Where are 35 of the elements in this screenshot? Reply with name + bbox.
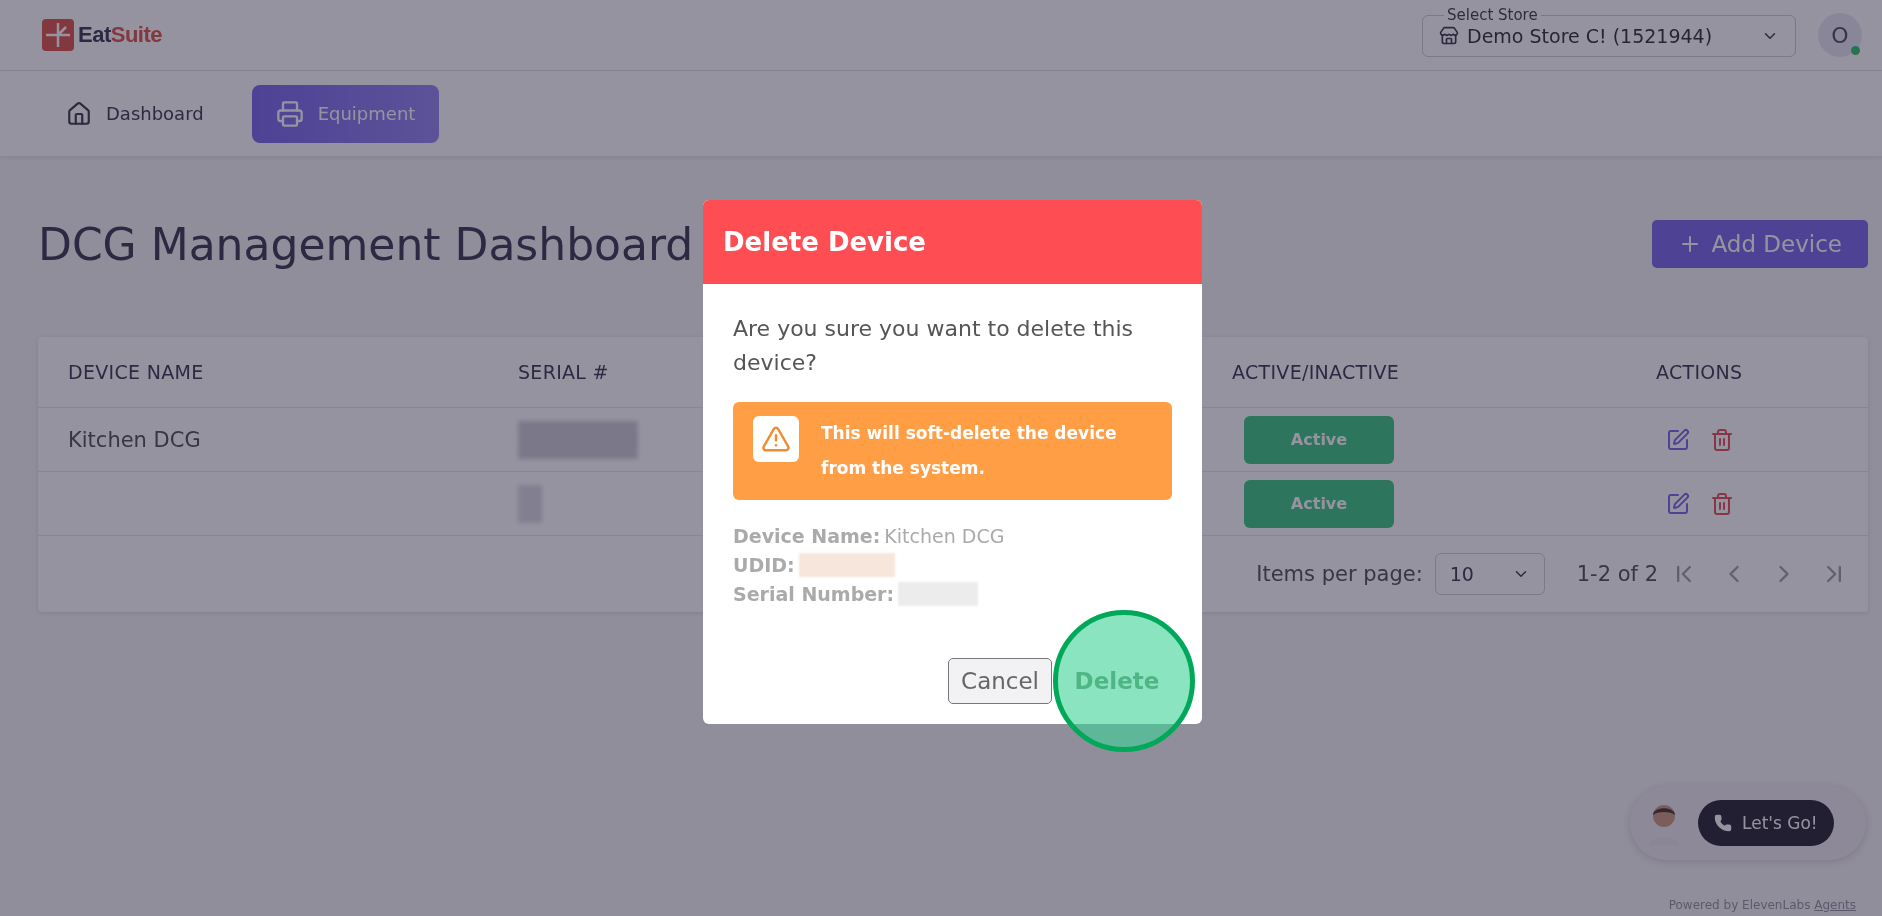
status-badge: Active bbox=[1244, 415, 1394, 464]
add-device-button[interactable]: Add Device bbox=[1651, 220, 1868, 268]
warning-icon bbox=[753, 416, 799, 462]
store-icon bbox=[1439, 26, 1459, 46]
logo-wordmark: EatSuite bbox=[78, 22, 163, 48]
confirm-message: Are you sure you want to delete this device? bbox=[733, 315, 1135, 377]
column-header: ACTIVE/INACTIVE bbox=[1232, 361, 1399, 383]
nav-tab[interactable]: Dashboard bbox=[42, 84, 228, 143]
page-size-select[interactable]: 10 bbox=[1434, 553, 1545, 595]
printer-icon bbox=[275, 99, 304, 128]
phone-icon bbox=[1714, 814, 1732, 832]
items-per-page-label: Items per page: bbox=[1256, 562, 1423, 586]
detail-value: Kitchen DCG bbox=[884, 524, 1005, 547]
column-header: ACTIONS bbox=[1656, 361, 1743, 383]
detail-label: Serial Number: bbox=[733, 582, 895, 605]
logo-icon bbox=[42, 19, 74, 51]
status-badge: Active bbox=[1244, 479, 1394, 528]
cancel-button[interactable]: Cancel bbox=[948, 658, 1052, 704]
detail-label: UDID: bbox=[733, 553, 795, 576]
table-cell: Kitchen DCG bbox=[68, 427, 201, 452]
lets-go-button[interactable]: Let's Go! bbox=[1698, 800, 1834, 846]
column-header: DEVICE NAME bbox=[68, 361, 204, 383]
warning-text: This will soft-delete the device from the system. bbox=[821, 422, 1118, 480]
home-icon bbox=[66, 100, 92, 127]
nav-tab[interactable]: Equipment bbox=[251, 84, 440, 143]
edit-button[interactable] bbox=[1666, 427, 1690, 452]
dialog-title: Delete Device bbox=[703, 200, 1202, 284]
user-avatar[interactable]: O bbox=[1818, 13, 1862, 57]
page-range: 1-2 of 2 bbox=[1576, 562, 1658, 586]
delete-button[interactable] bbox=[1710, 491, 1734, 516]
edit-button[interactable] bbox=[1666, 491, 1690, 516]
detail-label: Device Name: bbox=[733, 524, 881, 547]
delete-button[interactable] bbox=[1710, 427, 1734, 452]
page-title: DCG Management Dashboard bbox=[38, 218, 694, 270]
column-header: SERIAL # bbox=[518, 361, 609, 383]
